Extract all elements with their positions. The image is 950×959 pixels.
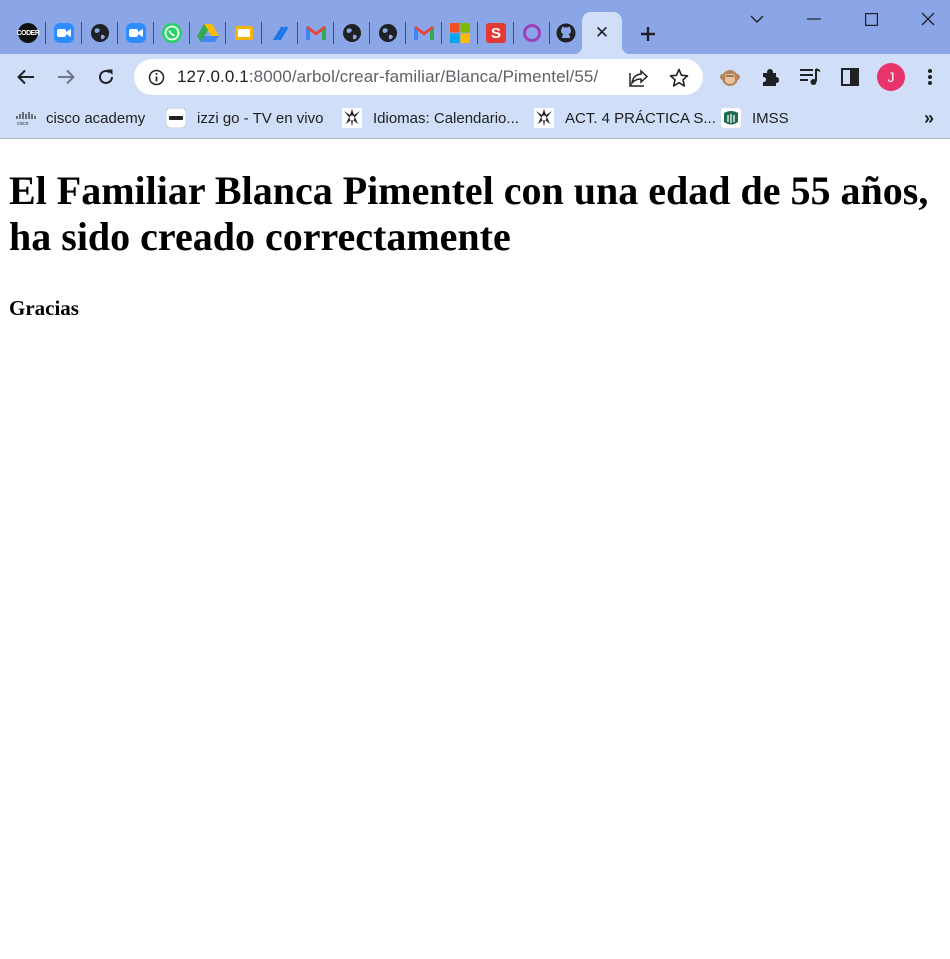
bookmark-label: ACT. 4 PRÁCTICA S... [565, 109, 716, 127]
minimize-icon [807, 18, 821, 20]
profile-avatar[interactable]: J [877, 63, 905, 91]
arrow-left-icon [17, 69, 34, 85]
gmail-icon [414, 26, 434, 40]
izzi-icon [166, 108, 186, 128]
cisco-icon: cisco [16, 108, 36, 128]
site-info-icon[interactable] [146, 67, 166, 87]
address-bar[interactable]: 127.0.0.1:8000/arbol/crear-familiar/Blan… [134, 59, 703, 95]
bookmark-label: izzi go - TV en vivo [197, 109, 324, 127]
coder-icon-text: CODER [16, 29, 40, 37]
minimize-button[interactable] [791, 4, 837, 34]
arrow-right-icon [58, 69, 75, 85]
close-window-button[interactable] [905, 4, 950, 34]
extension-monkey-icon[interactable] [716, 63, 744, 91]
google-slides-icon [235, 26, 253, 40]
school-crest-icon [342, 108, 362, 128]
tab-microsoft[interactable] [442, 13, 478, 53]
close-tab-icon[interactable]: ✕ [595, 23, 609, 43]
globe-icon [379, 24, 397, 42]
url-text[interactable]: 127.0.0.1:8000/arbol/crear-familiar/Blan… [177, 67, 598, 87]
imss-icon [721, 108, 741, 128]
url-host: 127.0.0.1 [177, 67, 249, 86]
chevron-down-icon [750, 15, 764, 23]
s-app-icon: S [486, 23, 506, 43]
maximize-icon [864, 12, 878, 26]
tab-globe-2[interactable] [334, 13, 370, 53]
extensions-puzzle-icon[interactable] [756, 63, 784, 91]
tab-globe-3[interactable] [370, 13, 406, 53]
microsoft-icon [450, 23, 470, 43]
side-panel-icon[interactable] [836, 63, 864, 91]
school-crest-icon [534, 108, 554, 128]
whatsapp-icon [162, 23, 182, 43]
maximize-button[interactable] [848, 4, 894, 34]
tab-google-slides[interactable] [226, 13, 262, 53]
reload-button[interactable] [90, 61, 122, 93]
coder-icon: CODER [16, 23, 40, 43]
tab-search-button[interactable] [734, 4, 780, 34]
s-app-icon-text: S [490, 24, 501, 42]
bookmark-star-icon[interactable] [668, 67, 690, 89]
bookmarks-bar: cisco cisco academy izzi go - TV en vivo… [0, 100, 950, 139]
zoom-icon [126, 23, 146, 43]
gmail-icon [306, 26, 326, 40]
browser-toolbar: 127.0.0.1:8000/arbol/crear-familiar/Blan… [0, 54, 950, 100]
url-path: :8000/arbol/crear-familiar/Blanca/Piment… [248, 67, 599, 86]
page-heading: El Familiar Blanca Pimentel con una edad… [9, 168, 929, 259]
tab-google-drive[interactable] [190, 13, 226, 53]
plus-icon [641, 27, 655, 41]
globe-icon [343, 24, 361, 42]
google-drive-icon [197, 24, 219, 42]
tab-whatsapp[interactable] [154, 13, 190, 53]
globe-icon [91, 24, 109, 42]
tab-s-app[interactable]: S [478, 13, 514, 53]
tab-zoom-1[interactable] [46, 13, 82, 53]
tab-gmail-2[interactable] [406, 13, 442, 53]
media-control-icon[interactable] [796, 63, 824, 91]
pen-app-icon [273, 26, 289, 41]
menu-kebab-icon[interactable] [916, 63, 944, 91]
tab-active[interactable]: ✕ [574, 12, 630, 54]
bookmark-act4[interactable]: ACT. 4 PRÁCTICA S... [534, 107, 716, 129]
share-icon[interactable] [628, 67, 650, 89]
tab-coder[interactable]: CODER [10, 13, 46, 53]
close-icon [921, 12, 935, 26]
github-icon [556, 23, 576, 43]
tab-globe-1[interactable] [82, 13, 118, 53]
bookmark-cisco[interactable]: cisco cisco academy [16, 107, 145, 129]
svg-text:cisco: cisco [17, 121, 29, 126]
page-subheading: Gracias [9, 296, 79, 320]
tab-strip: CODER S ✕ [0, 0, 950, 54]
bookmark-label: cisco academy [46, 109, 146, 127]
bookmarks-overflow-button[interactable]: » [918, 106, 940, 130]
bookmark-izzi[interactable]: izzi go - TV en vivo [166, 107, 323, 129]
page-content: El Familiar Blanca Pimentel con una edad… [9, 140, 944, 321]
new-tab-button[interactable] [634, 20, 662, 48]
bookmark-imss[interactable]: IMSS [721, 107, 789, 129]
tab-ring[interactable] [514, 13, 550, 53]
forward-button[interactable] [50, 61, 82, 93]
ring-icon [523, 24, 541, 42]
tab-gmail-1[interactable] [298, 13, 334, 53]
back-button[interactable] [10, 61, 42, 93]
zoom-icon [54, 23, 74, 43]
bookmark-idiomas[interactable]: Idiomas: Calendario... [342, 107, 519, 129]
reload-icon [99, 69, 113, 84]
bookmark-label: Idiomas: Calendario... [373, 109, 519, 127]
tab-zoom-2[interactable] [118, 13, 154, 53]
tab-pen-app[interactable] [262, 13, 298, 53]
bookmark-label: IMSS [752, 109, 789, 127]
